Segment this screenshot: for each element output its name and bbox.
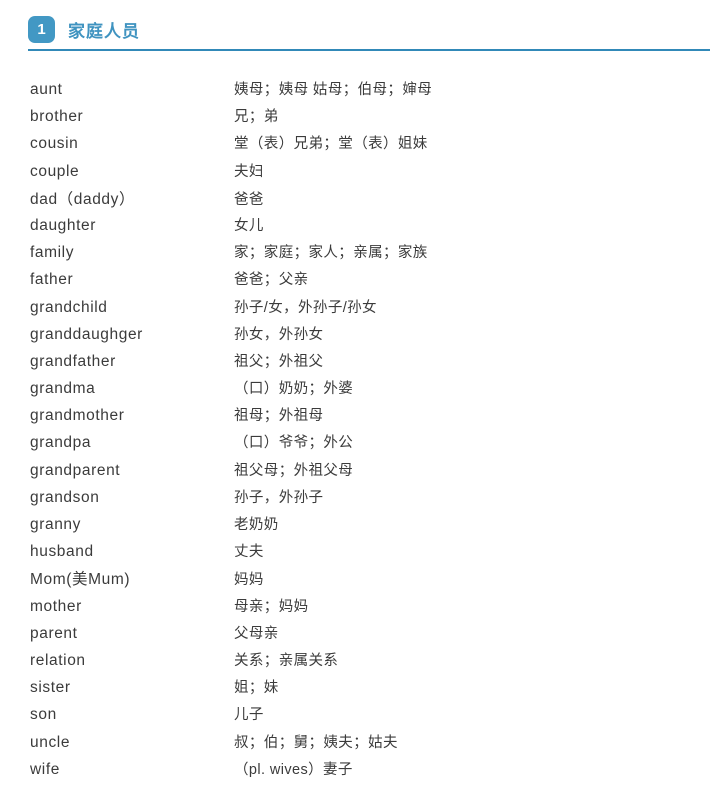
vocabulary-meaning: 夫妇 [234,163,264,180]
vocabulary-meaning: 孙子，外孙子 [234,489,324,506]
vocabulary-term: parent [30,624,78,642]
vocabulary-row: family 家；家庭；家人；亲属；家族 [0,241,722,268]
vocabulary-term: sister [30,679,71,697]
vocabulary-meaning: 兄；弟 [234,109,279,126]
vocabulary-term: mother [30,597,82,615]
vocabulary-row: daughter 女儿 [0,214,722,241]
vocabulary-row: parent 父母亲 [0,622,722,649]
vocabulary-meaning: 家；家庭；家人；亲属；家族 [234,245,428,262]
vocabulary-term: granny [30,516,81,533]
section-header: 1 家庭人员 [28,14,140,44]
vocabulary-row: husband 丈夫 [0,540,722,567]
vocabulary-meaning: 儿子 [234,707,264,724]
vocabulary-meaning: 祖父母；外祖父母 [234,462,354,479]
vocabulary-term: husband [30,543,94,561]
vocabulary-row: dad（daddy） 爸爸 [0,187,722,214]
vocabulary-term: cousin [30,135,79,153]
vocabulary-meaning: 父母亲 [234,625,279,642]
vocabulary-term: uncle [30,733,71,751]
section-number-badge: 1 [28,15,55,43]
vocabulary-row: son 儿子 [0,703,722,730]
vocabulary-meaning: 女儿 [234,217,264,234]
vocabulary-row: Mom(美Mum) 妈妈 [0,567,722,594]
vocabulary-row: grandmother 祖母；外祖母 [0,404,722,431]
vocabulary-meaning: 姨母；姨母 姑母；伯母；婶母 [234,82,433,98]
vocabulary-term: grandchild [30,298,108,316]
vocabulary-row: mother 母亲；妈妈 [0,595,722,622]
vocabulary-row: grandchild 孙子/女，外孙子/孙女 [0,296,722,323]
vocabulary-row: couple 夫妇 [0,160,722,187]
vocabulary-row: grandma （口）奶奶；外婆 [0,377,722,404]
vocabulary-term: aunt [30,81,63,98]
vocabulary-meaning: 祖父；外祖父 [234,353,324,370]
vocabulary-term: grandmother [30,407,125,425]
vocabulary-row: cousin 堂（表）兄弟；堂（表）姐妹 [0,132,722,159]
vocabulary-row: granny 老奶奶 [0,513,722,540]
vocabulary-term: grandpa [30,434,92,452]
section-divider [28,49,710,51]
vocabulary-row: grandson 孙子，外孙子 [0,486,722,513]
vocabulary-term: relation [30,651,86,669]
vocabulary-term: Mom(美Mum) [30,571,131,589]
vocabulary-term: dad（daddy） [30,190,136,208]
vocabulary-meaning: 母亲；妈妈 [234,598,309,615]
vocabulary-term: wife [30,760,60,778]
vocabulary-row: grandparent 祖父母；外祖父母 [0,459,722,486]
vocabulary-meaning: 老奶奶 [234,517,279,533]
vocabulary-meaning: （口）奶奶；外婆 [234,381,354,398]
vocabulary-row: sister 姐；妹 [0,676,722,703]
vocabulary-term: granddaughger [30,325,143,343]
vocabulary-term: son [30,706,57,724]
section-title: 家庭人员 [68,21,140,41]
vocabulary-meaning: 叔；伯；舅；姨夫；姑夫 [234,734,398,751]
vocabulary-row: relation 关系；亲属关系 [0,649,722,676]
vocabulary-term: daughter [30,216,96,234]
vocabulary-meaning: （口）爷爷；外公 [234,435,354,452]
vocabulary-meaning: 爸爸 [234,191,264,208]
vocabulary-page: 1 家庭人员 aunt 姨母；姨母 姑母；伯母；婶母 brother 兄；弟 cousi… [0,0,722,787]
vocabulary-term: couple [30,162,80,180]
vocabulary-term: grandparent [30,461,121,479]
vocabulary-meaning: （pl. wives）妻子 [234,761,353,778]
vocabulary-row: uncle 叔；伯；舅；姨夫；姑夫 [0,731,722,758]
vocabulary-term: grandson [30,488,100,506]
vocabulary-meaning: 妈妈 [234,572,264,589]
vocabulary-meaning: 姐；妹 [234,680,279,697]
vocabulary-row: grandpa （口）爷爷；外公 [0,431,722,458]
vocabulary-row: father 爸爸；父亲 [0,268,722,295]
vocabulary-row: granddaughger 孙女，外孙女 [0,323,722,350]
vocabulary-row: grandfather 祖父；外祖父 [0,350,722,377]
vocabulary-row: wife （pl. wives）妻子 [0,758,722,785]
vocabulary-term: grandma [30,380,96,398]
vocabulary-meaning: 丈夫 [234,544,264,561]
vocabulary-meaning: 孙子/女，外孙子/孙女 [234,299,377,316]
vocabulary-list: aunt 姨母；姨母 姑母；伯母；婶母 brother 兄；弟 cousin 堂（表）兄弟… [0,78,722,785]
vocabulary-meaning: 祖母；外祖母 [234,408,324,425]
vocabulary-term: father [30,271,74,289]
vocabulary-meaning: 爸爸；父亲 [234,272,309,289]
vocabulary-meaning: 关系；亲属关系 [234,652,339,669]
vocabulary-row: aunt 姨母；姨母 姑母；伯母；婶母 [0,78,722,105]
vocabulary-row: brother 兄；弟 [0,105,722,132]
vocabulary-term: grandfather [30,352,116,370]
vocabulary-meaning: 孙女，外孙女 [234,326,324,343]
vocabulary-term: family [30,244,75,262]
vocabulary-meaning: 堂（表）兄弟；堂（表）姐妹 [234,136,428,153]
vocabulary-term: brother [30,108,84,126]
